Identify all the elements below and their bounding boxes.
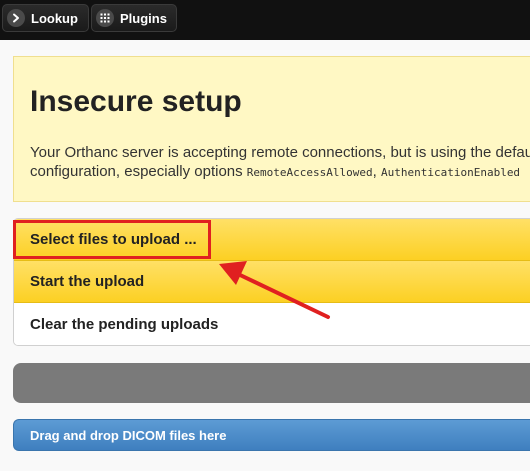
drop-zone-label: Drag and drop DICOM files here (30, 427, 227, 443)
warning-title: Insecure setup (30, 85, 242, 118)
upload-actions-list: Select files to upload ... Start the upl… (13, 218, 530, 346)
option-separator: , (372, 163, 381, 180)
warning-text-line-1: Your Orthanc server is accepting remote … (30, 144, 530, 161)
plugins-button[interactable]: Plugins (91, 4, 177, 32)
top-navigation-bar: Lookup Plugins (0, 0, 530, 40)
plugins-label: Plugins (120, 10, 167, 26)
grid-icon (96, 9, 114, 27)
warning-text-line-2: configuration, especially options Remote… (30, 163, 520, 180)
dicom-drop-zone[interactable]: Drag and drop DICOM files here (13, 419, 530, 451)
authentication-option: AuthenticationEnabled (380, 166, 521, 179)
start-upload-button[interactable]: Start the upload (14, 261, 530, 303)
insecure-setup-warning: Insecure setup Your Orthanc server is ac… (13, 56, 530, 202)
clear-pending-uploads-button[interactable]: Clear the pending uploads (14, 303, 530, 345)
warning-text-prefix: configuration, especially options (30, 163, 247, 180)
select-files-button[interactable]: Select files to upload ... (14, 219, 530, 261)
upload-progress-bar (13, 363, 530, 403)
lookup-button[interactable]: Lookup (2, 4, 89, 32)
lookup-label: Lookup (31, 10, 78, 26)
remote-access-option: RemoteAccessAllowed (246, 166, 373, 179)
chevron-right-icon (7, 9, 25, 27)
